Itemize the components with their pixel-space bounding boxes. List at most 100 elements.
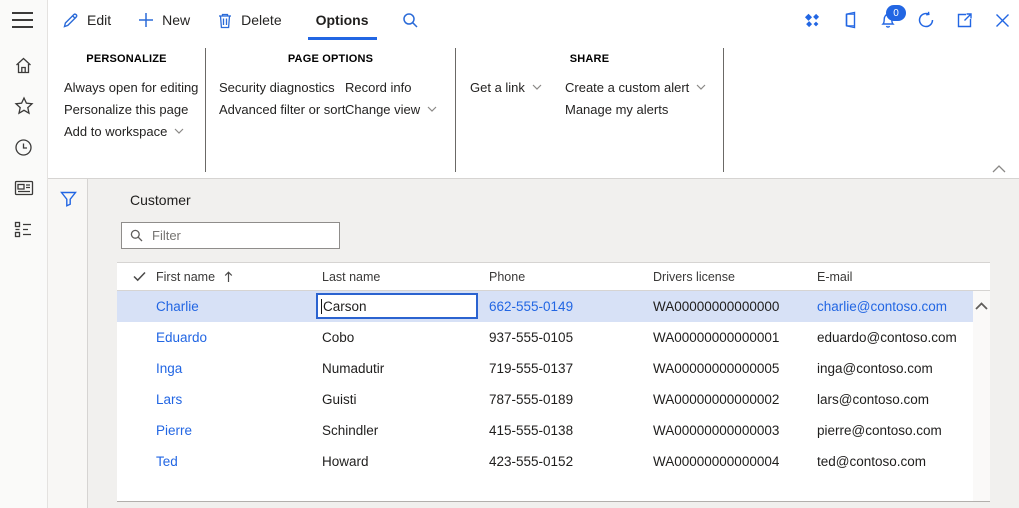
column-header-last-name[interactable]: Last name — [320, 270, 487, 284]
close-icon[interactable] — [993, 11, 1011, 29]
first-name-link[interactable]: Pierre — [155, 423, 320, 438]
edit-label: Edit — [87, 12, 112, 28]
notification-badge: 0 — [886, 5, 906, 21]
filter-pane-strip — [48, 179, 88, 508]
email-cell[interactable]: eduardo@contoso.com — [815, 330, 973, 345]
options-tab[interactable]: Options — [306, 0, 379, 40]
first-name-link[interactable]: Eduardo — [155, 330, 320, 345]
trash-icon — [217, 12, 233, 29]
license-cell[interactable]: WA00000000000001 — [651, 330, 815, 345]
workspace: Customer First name Last name Phone Driv… — [48, 179, 1019, 508]
new-label: New — [162, 12, 191, 28]
first-name-link[interactable]: Lars — [155, 392, 320, 407]
email-cell[interactable]: charlie@contoso.com — [815, 299, 973, 314]
first-name-link[interactable]: Ted — [155, 454, 320, 469]
email-cell[interactable]: lars@contoso.com — [815, 392, 973, 407]
scroll-up-chevron-icon[interactable] — [975, 302, 988, 310]
favorites-star-icon[interactable] — [13, 96, 34, 116]
advanced-filter-or-sort-item[interactable]: Advanced filter or sort — [219, 98, 345, 120]
email-cell[interactable]: pierre@contoso.com — [815, 423, 973, 438]
workspaces-icon[interactable] — [14, 178, 34, 198]
ribbon-divider — [723, 48, 724, 172]
options-ribbon: PERSONALIZE Always open for editing Pers… — [48, 40, 1019, 179]
home-icon[interactable] — [14, 55, 34, 75]
search-icon[interactable] — [402, 12, 419, 29]
get-a-link-item[interactable]: Get a link — [470, 76, 565, 98]
filter-search-icon — [130, 229, 143, 242]
select-all-check-icon[interactable] — [117, 271, 155, 282]
license-cell[interactable]: WA00000000000005 — [651, 361, 815, 376]
phone-cell[interactable]: 423-555-0152 — [487, 454, 651, 469]
collapse-ribbon-chevron-icon[interactable] — [992, 165, 1006, 173]
first-name-link[interactable]: Inga — [155, 361, 320, 376]
last-name-edit-input[interactable]: Carson — [316, 293, 478, 319]
open-in-new-window-icon[interactable] — [955, 11, 973, 29]
email-cell[interactable]: ted@contoso.com — [815, 454, 973, 469]
notifications-bell-icon[interactable]: 0 — [879, 5, 906, 29]
first-name-link[interactable]: Charlie — [155, 299, 320, 314]
table-row[interactable]: Inga Numadutir 719-555-0137 WA0000000000… — [117, 353, 990, 384]
flighting-icon[interactable] — [803, 11, 821, 29]
delete-label: Delete — [241, 12, 282, 28]
filter-input[interactable] — [150, 227, 324, 244]
phone-cell[interactable]: 937-555-0105 — [487, 330, 651, 345]
personalize-this-page-item[interactable]: Personalize this page — [48, 98, 205, 120]
customer-grid: First name Last name Phone Drivers licen… — [117, 262, 990, 502]
recent-clock-icon[interactable] — [14, 137, 34, 157]
page-options-title: PAGE OPTIONS — [287, 53, 374, 65]
table-row[interactable]: Charlie Carson 662-555-0149 WA0000000000… — [117, 291, 990, 322]
column-header-phone[interactable]: Phone — [487, 270, 651, 284]
phone-cell[interactable]: 719-555-0137 — [487, 361, 651, 376]
license-cell[interactable]: WA00000000000002 — [651, 392, 815, 407]
personalize-title: PERSONALIZE — [86, 53, 167, 65]
last-name-cell[interactable]: Schindler — [320, 423, 487, 438]
email-cell[interactable]: inga@contoso.com — [815, 361, 973, 376]
table-row[interactable]: Lars Guisti 787-555-0189 WA0000000000000… — [117, 384, 990, 415]
grid-scrollbar[interactable] — [973, 291, 990, 501]
phone-cell[interactable]: 415-555-0138 — [487, 423, 651, 438]
license-cell[interactable]: WA00000000000003 — [651, 423, 815, 438]
grid-filter-box[interactable] — [121, 222, 340, 249]
personalize-section: PERSONALIZE Always open for editing Pers… — [48, 52, 205, 142]
phone-cell[interactable]: 787-555-0189 — [487, 392, 651, 407]
column-header-drivers-license[interactable]: Drivers license — [651, 270, 815, 284]
column-header-email[interactable]: E-mail — [815, 270, 973, 284]
phone-cell[interactable]: 662-555-0149 — [487, 299, 651, 314]
table-row[interactable]: Ted Howard 423-555-0152 WA00000000000004… — [117, 446, 990, 477]
filter-funnel-icon[interactable] — [60, 191, 77, 207]
manage-my-alerts-item[interactable]: Manage my alerts — [565, 98, 706, 120]
command-bar: Edit New Delete Options 0 — [48, 0, 1019, 40]
refresh-icon[interactable] — [917, 11, 935, 29]
always-open-for-editing-item[interactable]: Always open for editing — [48, 76, 205, 98]
sort-ascending-arrow-icon — [224, 270, 233, 283]
last-name-cell[interactable]: Numadutir — [320, 361, 487, 376]
table-row[interactable]: Pierre Schindler 415-555-0138 WA00000000… — [117, 415, 990, 446]
grid-header-row: First name Last name Phone Drivers licen… — [117, 263, 990, 291]
modules-icon[interactable] — [14, 219, 34, 239]
change-view-item[interactable]: Change view — [345, 98, 437, 120]
security-diagnostics-item[interactable]: Security diagnostics — [219, 76, 345, 98]
record-info-item[interactable]: Record info — [345, 76, 437, 98]
last-name-cell[interactable]: Cobo — [320, 330, 487, 345]
create-a-custom-alert-item[interactable]: Create a custom alert — [565, 76, 706, 98]
menu-icon[interactable] — [12, 12, 33, 28]
text-caret — [321, 298, 322, 314]
pencil-icon — [62, 12, 79, 29]
left-nav — [0, 0, 48, 508]
last-name-cell[interactable]: Howard — [320, 454, 487, 469]
share-title: SHARE — [569, 53, 610, 65]
share-section: SHARE Get a link Create a custom alert M… — [456, 52, 723, 120]
edit-button[interactable]: Edit — [62, 12, 111, 29]
dynamics-icon[interactable] — [841, 11, 859, 29]
new-button[interactable]: New — [138, 12, 190, 28]
delete-button[interactable]: Delete — [217, 12, 282, 29]
column-header-first-name[interactable]: First name — [155, 270, 320, 284]
license-cell[interactable]: WA00000000000000 — [651, 299, 815, 314]
license-cell[interactable]: WA00000000000004 — [651, 454, 815, 469]
chevron-down-icon — [696, 84, 706, 90]
options-label: Options — [315, 12, 369, 28]
table-row[interactable]: Eduardo Cobo 937-555-0105 WA000000000000… — [117, 322, 990, 353]
page-title: Customer — [130, 192, 191, 208]
add-to-workspace-item[interactable]: Add to workspace — [48, 120, 205, 142]
last-name-cell[interactable]: Guisti — [320, 392, 487, 407]
